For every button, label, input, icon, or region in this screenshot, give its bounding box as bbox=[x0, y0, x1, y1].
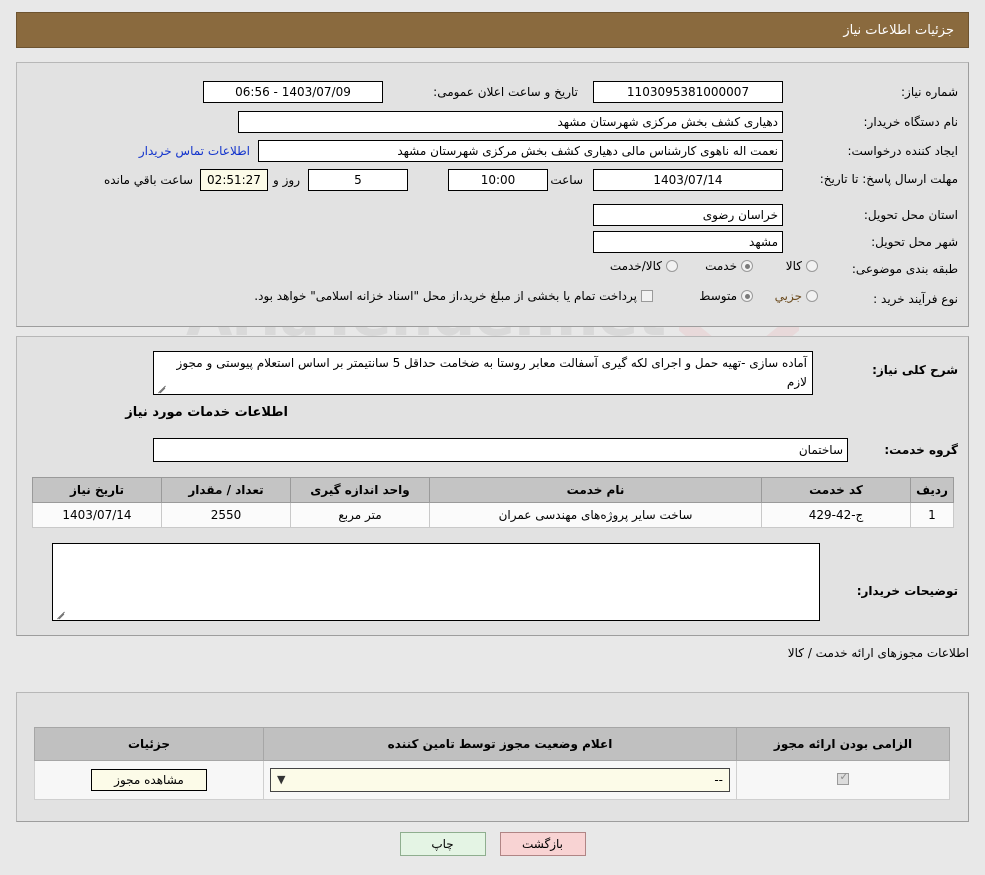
footer-button-bar: بازگشت چاپ bbox=[0, 832, 985, 856]
services-heading: اطلاعات خدمات مورد نیاز bbox=[125, 405, 288, 420]
permit-status-value: -- bbox=[714, 773, 723, 787]
chevron-down-icon: ▼ bbox=[277, 773, 286, 786]
need-desc-label: شرح کلی نیاز: bbox=[872, 363, 958, 377]
buyer-contact-link[interactable]: اطلاعات تماس خریدار bbox=[139, 144, 250, 158]
need-desc-textarea[interactable]: آماده سازی -تهیه حمل و اجرای لکه گیری آس… bbox=[153, 351, 813, 395]
permits-section-note: اطلاعات مجوزهای ارائه خدمت / کالا bbox=[787, 646, 969, 660]
category-radio-kala[interactable]: کالا bbox=[786, 259, 818, 273]
remaining-days-value: 5 bbox=[308, 169, 408, 191]
deadline-hour-label: ساعت bbox=[550, 173, 583, 187]
category-radio-kala-label: کالا bbox=[785, 259, 802, 273]
treasury-note: پرداخت تمام یا بخشی از مبلغ خرید،از محل … bbox=[254, 289, 637, 303]
permits-panel: الزامی بودن ارائه مجوز اعلام وضعیت مجوز … bbox=[16, 692, 969, 822]
view-permit-button[interactable]: مشاهده مجوز bbox=[91, 769, 207, 791]
category-radio-khedmat-label: خدمت bbox=[705, 259, 737, 273]
category-radio-khedmat[interactable]: خدمت bbox=[705, 259, 753, 273]
need-number-label: شماره نیاز: bbox=[901, 85, 958, 99]
announce-datetime-label: تاریخ و ساعت اعلان عمومی: bbox=[433, 85, 578, 99]
category-radio-kala-khedmat[interactable]: کالا/خدمت bbox=[610, 259, 678, 273]
permits-table: الزامی بودن ارائه مجوز اعلام وضعیت مجوز … bbox=[34, 727, 950, 800]
announce-datetime-value: 1403/07/09 - 06:56 bbox=[203, 81, 383, 103]
remaining-suffix-label: ساعت باقي مانده bbox=[103, 173, 193, 187]
th-quantity: تعداد / مقدار bbox=[161, 477, 291, 503]
service-group-value: ساختمان bbox=[153, 438, 848, 462]
main-info-panel: شماره نیاز: 1103095381000007 تاریخ و ساع… bbox=[16, 62, 969, 327]
radio-icon bbox=[806, 290, 818, 302]
treasury-checkbox-group[interactable]: پرداخت تمام یا بخشی از مبلغ خرید،از محل … bbox=[254, 289, 653, 303]
city-value: مشهد bbox=[593, 231, 783, 253]
process-label: نوع فرآیند خرید : bbox=[873, 292, 958, 306]
remaining-countdown-value: 02:51:27 bbox=[200, 169, 268, 191]
permit-status-select[interactable]: ▼ -- bbox=[270, 768, 730, 792]
remaining-days-label: روز و bbox=[273, 173, 300, 187]
th-permit-required: الزامی بودن ارائه مجوز bbox=[736, 727, 950, 761]
process-radio-motavaset-label: متوسط bbox=[699, 289, 737, 303]
radio-icon bbox=[806, 260, 818, 272]
city-label: شهر محل تحویل: bbox=[871, 235, 958, 249]
print-button[interactable]: چاپ bbox=[399, 832, 486, 856]
radio-icon bbox=[666, 260, 678, 272]
cell-unit: متر مربع bbox=[290, 502, 430, 528]
cell-permit-required bbox=[736, 760, 950, 800]
cell-permit-status: ▼ -- bbox=[263, 760, 737, 800]
th-permit-details: جزئیات bbox=[34, 727, 264, 761]
th-date: تاریخ نیاز bbox=[32, 477, 162, 503]
process-radio-jozei-label: جزیي bbox=[774, 289, 802, 303]
table-header-row: ردیف کد خدمت نام خدمت واحد اندازه گیری ت… bbox=[32, 477, 954, 503]
back-button[interactable]: بازگشت bbox=[499, 832, 586, 856]
th-unit: واحد اندازه گیری bbox=[290, 477, 430, 503]
checkbox-icon bbox=[641, 290, 653, 302]
cell-date: 1403/07/14 bbox=[32, 502, 162, 528]
deadline-date-value: 1403/07/14 bbox=[593, 169, 783, 191]
buyer-notes-label: توضیحات خریدار: bbox=[856, 584, 958, 598]
th-permit-status: اعلام وضعیت مجوز توسط تامین کننده bbox=[263, 727, 737, 761]
permit-required-checkbox bbox=[837, 770, 850, 785]
cell-row: 1 bbox=[910, 502, 954, 528]
process-radio-jozei[interactable]: جزیي bbox=[775, 289, 818, 303]
th-code: کد خدمت bbox=[761, 477, 911, 503]
process-radio-motavaset[interactable]: متوسط bbox=[699, 289, 753, 303]
table-header-row: الزامی بودن ارائه مجوز اعلام وضعیت مجوز … bbox=[34, 727, 950, 761]
need-detail-panel: شرح کلی نیاز: آماده سازی -تهیه حمل و اجر… bbox=[16, 336, 969, 636]
need-number-value: 1103095381000007 bbox=[593, 81, 783, 103]
buyer-org-value: دهیاری کشف بخش مرکزی شهرستان مشهد bbox=[238, 111, 783, 133]
radio-icon bbox=[741, 290, 753, 302]
buyer-org-label: نام دستگاه خریدار: bbox=[863, 115, 959, 129]
resize-handle-icon[interactable] bbox=[55, 607, 67, 619]
page-title-bar: جزئیات اطلاعات نیاز bbox=[16, 12, 969, 48]
th-row: ردیف bbox=[910, 477, 954, 503]
cell-name: ساخت سایر پروژه‌های مهندسی عمران bbox=[429, 502, 762, 528]
resize-handle-icon[interactable] bbox=[156, 381, 168, 393]
category-label: طبقه بندی موضوعی: bbox=[851, 262, 958, 276]
service-group-label: گروه خدمت: bbox=[884, 443, 958, 457]
requester-label: ایجاد کننده درخواست: bbox=[847, 144, 958, 158]
province-label: استان محل تحویل: bbox=[863, 208, 958, 222]
province-value: خراسان رضوی bbox=[593, 204, 783, 226]
cell-quantity: 2550 bbox=[161, 502, 291, 528]
services-table: ردیف کد خدمت نام خدمت واحد اندازه گیری ت… bbox=[32, 477, 954, 528]
page-title: جزئیات اطلاعات نیاز bbox=[843, 22, 954, 38]
cell-permit-details: مشاهده مجوز bbox=[34, 760, 264, 800]
requester-value: نعمت اله ناهوی کارشناس مالی دهیاری کشف ب… bbox=[258, 140, 783, 162]
deadline-label: مهلت ارسال پاسخ: تا تاریخ: bbox=[819, 172, 958, 186]
th-name: نام خدمت bbox=[429, 477, 762, 503]
table-row: ▼ -- مشاهده مجوز bbox=[34, 760, 950, 800]
category-radio-kala-khedmat-label: کالا/خدمت bbox=[609, 259, 662, 273]
table-row: 1 ج-42-429 ساخت سایر پروژه‌های مهندسی عم… bbox=[32, 502, 954, 528]
buyer-notes-textarea[interactable] bbox=[52, 543, 820, 621]
deadline-hour-value: 10:00 bbox=[448, 169, 548, 191]
cell-code: ج-42-429 bbox=[761, 502, 911, 528]
radio-icon bbox=[741, 260, 753, 272]
need-desc-value: آماده سازی -تهیه حمل و اجرای لکه گیری آس… bbox=[176, 356, 807, 389]
